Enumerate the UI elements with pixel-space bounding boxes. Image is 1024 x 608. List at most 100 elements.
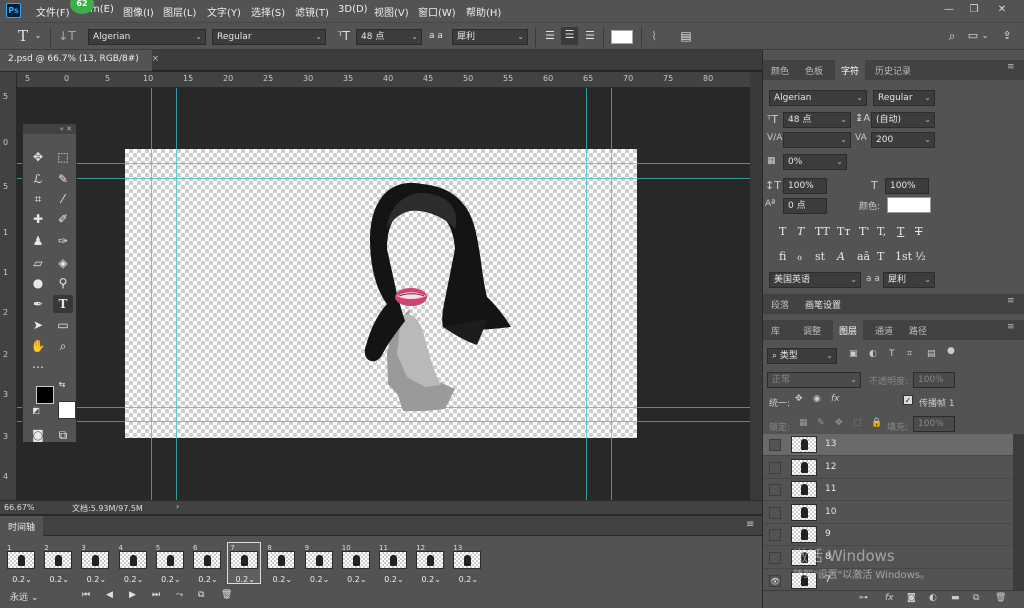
hand-tool-icon[interactable]: ✋	[28, 337, 48, 355]
menu-help[interactable]: 帮助(H)	[466, 4, 501, 19]
link-layers-icon[interactable]: ⊶	[859, 593, 868, 603]
type-tool-icon[interactable]: T	[14, 28, 32, 44]
vertical-ruler[interactable]: 5 0 5 1 1 2 2 3 3 4	[0, 72, 17, 500]
timeline-frame[interactable]: 11 0.2⌄	[376, 542, 410, 584]
layer-name[interactable]: 11	[825, 484, 836, 494]
char-vscale-input[interactable]: 100%	[783, 178, 827, 194]
frame-delay-dropdown[interactable]: 0.2⌄	[303, 575, 337, 584]
propagate-checkbox[interactable]: ✓	[903, 395, 913, 405]
layer-name[interactable]: 12	[825, 462, 836, 472]
guide-line[interactable]	[586, 88, 587, 500]
tab-color[interactable]: 颜色	[771, 64, 789, 77]
lock-position-icon[interactable]: ✥	[835, 418, 843, 428]
layer-filter-dropdown[interactable]: ⌕ 类型 ⌄	[767, 348, 837, 364]
layer-name[interactable]: 13	[825, 439, 836, 449]
rectangle-tool-icon[interactable]: ▭	[53, 316, 73, 334]
font-style-dropdown[interactable]: Regular ⌄	[212, 29, 326, 45]
old-style-button[interactable]: st	[815, 250, 825, 263]
screen-mode-icon[interactable]: ⧉	[53, 426, 73, 444]
char-leading-dropdown[interactable]: (自动) ⌄	[871, 112, 935, 128]
char-hscale-input[interactable]: 100%	[885, 178, 929, 194]
align-right-icon[interactable]: ☰	[583, 28, 597, 44]
new-layer-icon[interactable]: ⧉	[973, 593, 979, 603]
lasso-tool-icon[interactable]: ℒ	[28, 170, 48, 188]
menu-select[interactable]: 选择(S)	[251, 4, 285, 19]
fractions-button[interactable]: ½	[915, 250, 926, 263]
layers-scrollbar[interactable]	[1013, 434, 1024, 590]
next-frame-icon[interactable]: ⏭	[152, 590, 160, 600]
tab-paragraph[interactable]: 段落	[771, 298, 789, 311]
visibility-toggle[interactable]	[769, 484, 781, 497]
lock-artboard-icon[interactable]: ⬚	[853, 418, 862, 428]
dodge-tool-icon[interactable]: ⚲	[53, 274, 73, 292]
tab-adjustments[interactable]: 调整	[803, 324, 821, 337]
type-tool-icon[interactable]: T	[53, 295, 73, 313]
blur-tool-icon[interactable]: ●	[28, 274, 48, 292]
frame-delay-dropdown[interactable]: 0.2⌄	[154, 575, 188, 584]
font-size-dropdown[interactable]: 48 点 ⌄	[356, 29, 422, 45]
shape-filter-icon[interactable]: ⌗	[907, 349, 912, 359]
orientation-toggle-icon[interactable]: ↓T	[58, 28, 76, 44]
char-color-swatch[interactable]	[887, 197, 931, 213]
language-dropdown[interactable]: 美国英语 ⌄	[769, 272, 861, 288]
guide-line[interactable]	[17, 407, 750, 408]
history-brush-tool-icon[interactable]: ✑	[53, 232, 73, 250]
paint-bucket-tool-icon[interactable]: ◈	[53, 254, 73, 272]
layer-row[interactable]: 10	[763, 502, 1013, 524]
timeline-frame[interactable]: 12 0.2⌄	[413, 542, 447, 584]
brush-tool-icon[interactable]: ✐	[53, 210, 73, 228]
superscript-button[interactable]: T'	[859, 225, 869, 238]
zoom-tool-icon[interactable]: ⌕	[53, 337, 73, 355]
char-tsume-dropdown[interactable]: 0% ⌄	[783, 154, 847, 170]
healing-brush-tool-icon[interactable]: ✚	[28, 210, 48, 228]
character-panel-icon[interactable]: ▤	[679, 28, 693, 44]
restore-icon[interactable]: ❐	[967, 3, 981, 17]
image-filter-icon[interactable]: ▣	[849, 349, 858, 359]
frame-delay-dropdown[interactable]: 0.2⌄	[42, 575, 76, 584]
menu-file[interactable]: 文件(F)	[36, 4, 70, 19]
tab-character[interactable]: 字符	[835, 60, 866, 80]
char-kerning-dropdown[interactable]: ⌄	[783, 132, 851, 148]
tab-paths[interactable]: 路径	[909, 324, 927, 337]
timeline-frame[interactable]: 10 0.2⌄	[339, 542, 373, 584]
menu-view[interactable]: 视图(V)	[374, 4, 409, 19]
foreground-color-swatch[interactable]	[36, 386, 54, 404]
play-icon[interactable]: ▶	[129, 590, 136, 600]
timeline-frame[interactable]: 4 0.2⌄	[116, 542, 150, 584]
chevron-down-icon[interactable]: ⌄	[980, 28, 990, 44]
guide-line[interactable]	[17, 163, 750, 164]
guide-line[interactable]	[17, 421, 750, 422]
chevron-right-icon[interactable]: ›	[176, 502, 179, 511]
frame-delay-dropdown[interactable]: 0.2⌄	[451, 575, 485, 584]
default-colors-icon[interactable]: ◩	[31, 406, 41, 416]
char-antialias-dropdown[interactable]: 犀利 ⌄	[883, 272, 935, 288]
align-left-icon[interactable]: ☰	[543, 28, 557, 44]
timeline-frame[interactable]: 13 0.2⌄	[450, 542, 484, 584]
tab-brush-settings[interactable]: 画笔设置	[805, 298, 841, 311]
layer-row[interactable]: 13	[763, 434, 1013, 456]
fill-input[interactable]: 100%	[913, 416, 955, 432]
frame-delay-dropdown[interactable]: 0.2⌄	[377, 575, 411, 584]
marquee-tool-icon[interactable]: ⬚	[53, 148, 73, 166]
minimize-icon[interactable]: —	[942, 3, 956, 17]
align-center-icon[interactable]: ☰	[561, 27, 578, 45]
timeline-frame[interactable]: 1 0.2⌄	[4, 542, 38, 584]
frame-delay-dropdown[interactable]: 0.2⌄	[79, 575, 113, 584]
panel-menu-icon[interactable]: ≡	[1007, 62, 1015, 72]
menu-layer[interactable]: 图层(L)	[163, 4, 196, 19]
background-color-swatch[interactable]	[58, 401, 76, 419]
guide-line[interactable]	[611, 88, 612, 500]
prev-frame-icon[interactable]: ◀︎	[106, 590, 113, 600]
text-color-swatch[interactable]	[611, 30, 633, 44]
visibility-toggle[interactable]	[769, 529, 781, 542]
layer-style-icon[interactable]: fx	[885, 593, 894, 603]
clone-stamp-tool-icon[interactable]: ♟	[28, 232, 48, 250]
unify-visibility-icon[interactable]: ◉	[813, 394, 821, 404]
visibility-toggle[interactable]	[769, 552, 781, 564]
subscript-button[interactable]: T,	[877, 225, 886, 238]
eyedropper-tool-icon[interactable]: ⁄	[53, 190, 73, 208]
panel-menu-icon[interactable]: ≡	[1007, 322, 1015, 332]
adjustment-filter-icon[interactable]: ◐	[869, 349, 877, 359]
first-frame-icon[interactable]: ⏮	[82, 590, 90, 600]
filter-toggle-icon[interactable]: ●	[947, 346, 955, 356]
